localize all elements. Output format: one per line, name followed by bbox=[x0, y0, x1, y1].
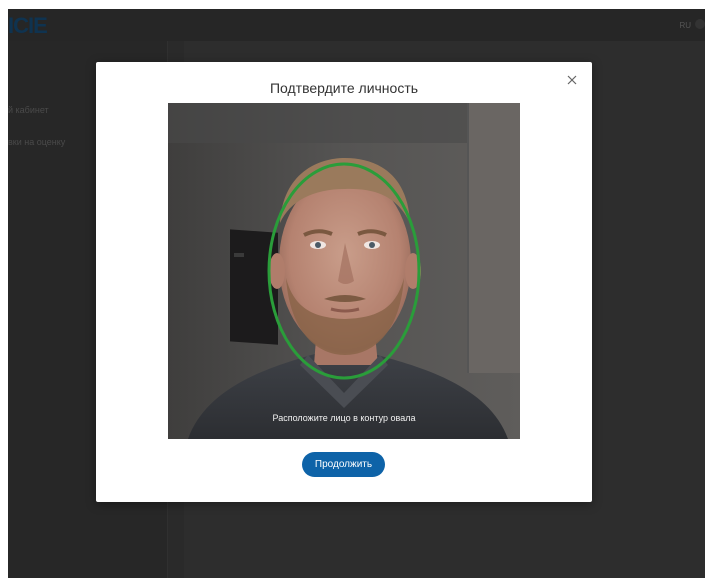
camera-frame bbox=[168, 103, 520, 439]
app-header: ICIE RU bbox=[8, 9, 705, 41]
verify-identity-dialog: Подтвердите личность Расположите лицо в … bbox=[96, 62, 592, 502]
sidebar-item-cabinet: й кабинет bbox=[8, 105, 49, 115]
language-switch: RU bbox=[679, 21, 691, 30]
user-avatar bbox=[695, 19, 705, 29]
continue-button[interactable]: Продолжить bbox=[302, 452, 385, 477]
logo: ICIE bbox=[8, 13, 48, 38]
close-icon[interactable] bbox=[564, 72, 580, 88]
camera-hint: Расположите лицо в контур овала bbox=[272, 413, 416, 423]
dialog-title: Подтвердите личность bbox=[269, 80, 419, 96]
sidebar-item-requests: вки на оценку bbox=[8, 137, 66, 147]
camera-preview: Расположите лицо в контур овала bbox=[168, 103, 520, 439]
